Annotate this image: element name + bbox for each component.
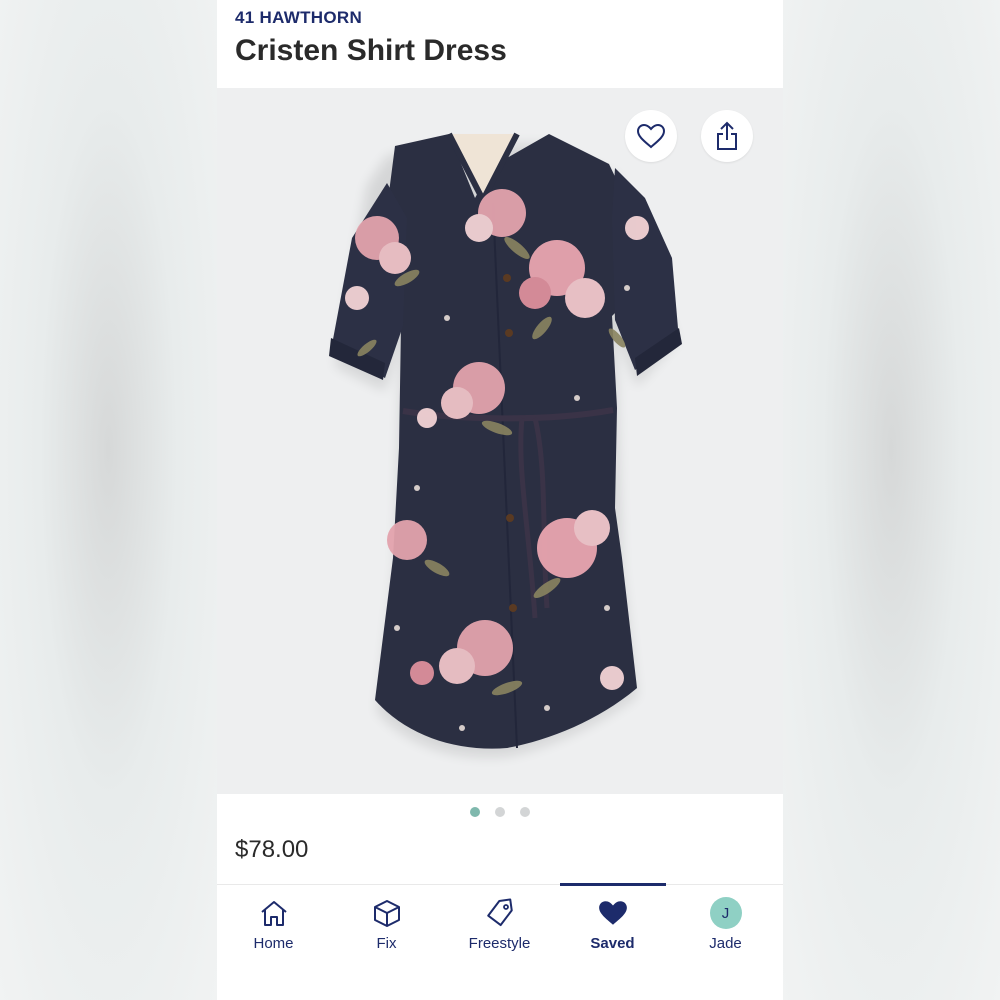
carousel-dot[interactable]	[470, 807, 480, 817]
heart-filled-icon	[598, 901, 627, 925]
nav-label-profile: Jade	[709, 935, 742, 952]
nav-fix[interactable]: Fix	[330, 885, 443, 965]
avatar: J	[709, 897, 742, 929]
home-icon	[260, 901, 287, 926]
nav-freestyle[interactable]: Freestyle	[443, 885, 556, 965]
tag-icon	[486, 898, 513, 927]
product-image[interactable]	[217, 88, 783, 794]
carousel-dot[interactable]	[495, 807, 505, 817]
bottom-nav: Home Fix Freestyle Saved J Jade	[217, 883, 783, 1000]
background-left	[0, 0, 217, 1000]
nav-label-saved: Saved	[590, 935, 635, 952]
carousel-indicators	[217, 807, 783, 819]
share-icon	[717, 121, 737, 150]
background-right	[783, 0, 1000, 1000]
nav-label-fix: Fix	[376, 935, 397, 952]
box-icon	[373, 900, 400, 927]
product-price: $78.00	[235, 836, 309, 863]
carousel-dot[interactable]	[520, 807, 530, 817]
nav-saved[interactable]: Saved	[556, 885, 669, 965]
share-button[interactable]	[701, 110, 753, 162]
nav-profile[interactable]: J Jade	[669, 885, 782, 965]
dress-image	[329, 132, 682, 757]
favorite-button[interactable]	[625, 110, 677, 162]
heart-outline-icon	[636, 123, 666, 149]
nav-label-home: Home	[253, 935, 294, 952]
nav-label-freestyle: Freestyle	[468, 935, 531, 952]
app-screen: 41 HAWTHORN Cristen Shirt Dress $78.00 H…	[217, 0, 783, 1000]
product-title: Cristen Shirt Dress	[235, 34, 507, 67]
nav-home[interactable]: Home	[217, 885, 330, 965]
brand-name: 41 HAWTHORN	[235, 8, 363, 27]
